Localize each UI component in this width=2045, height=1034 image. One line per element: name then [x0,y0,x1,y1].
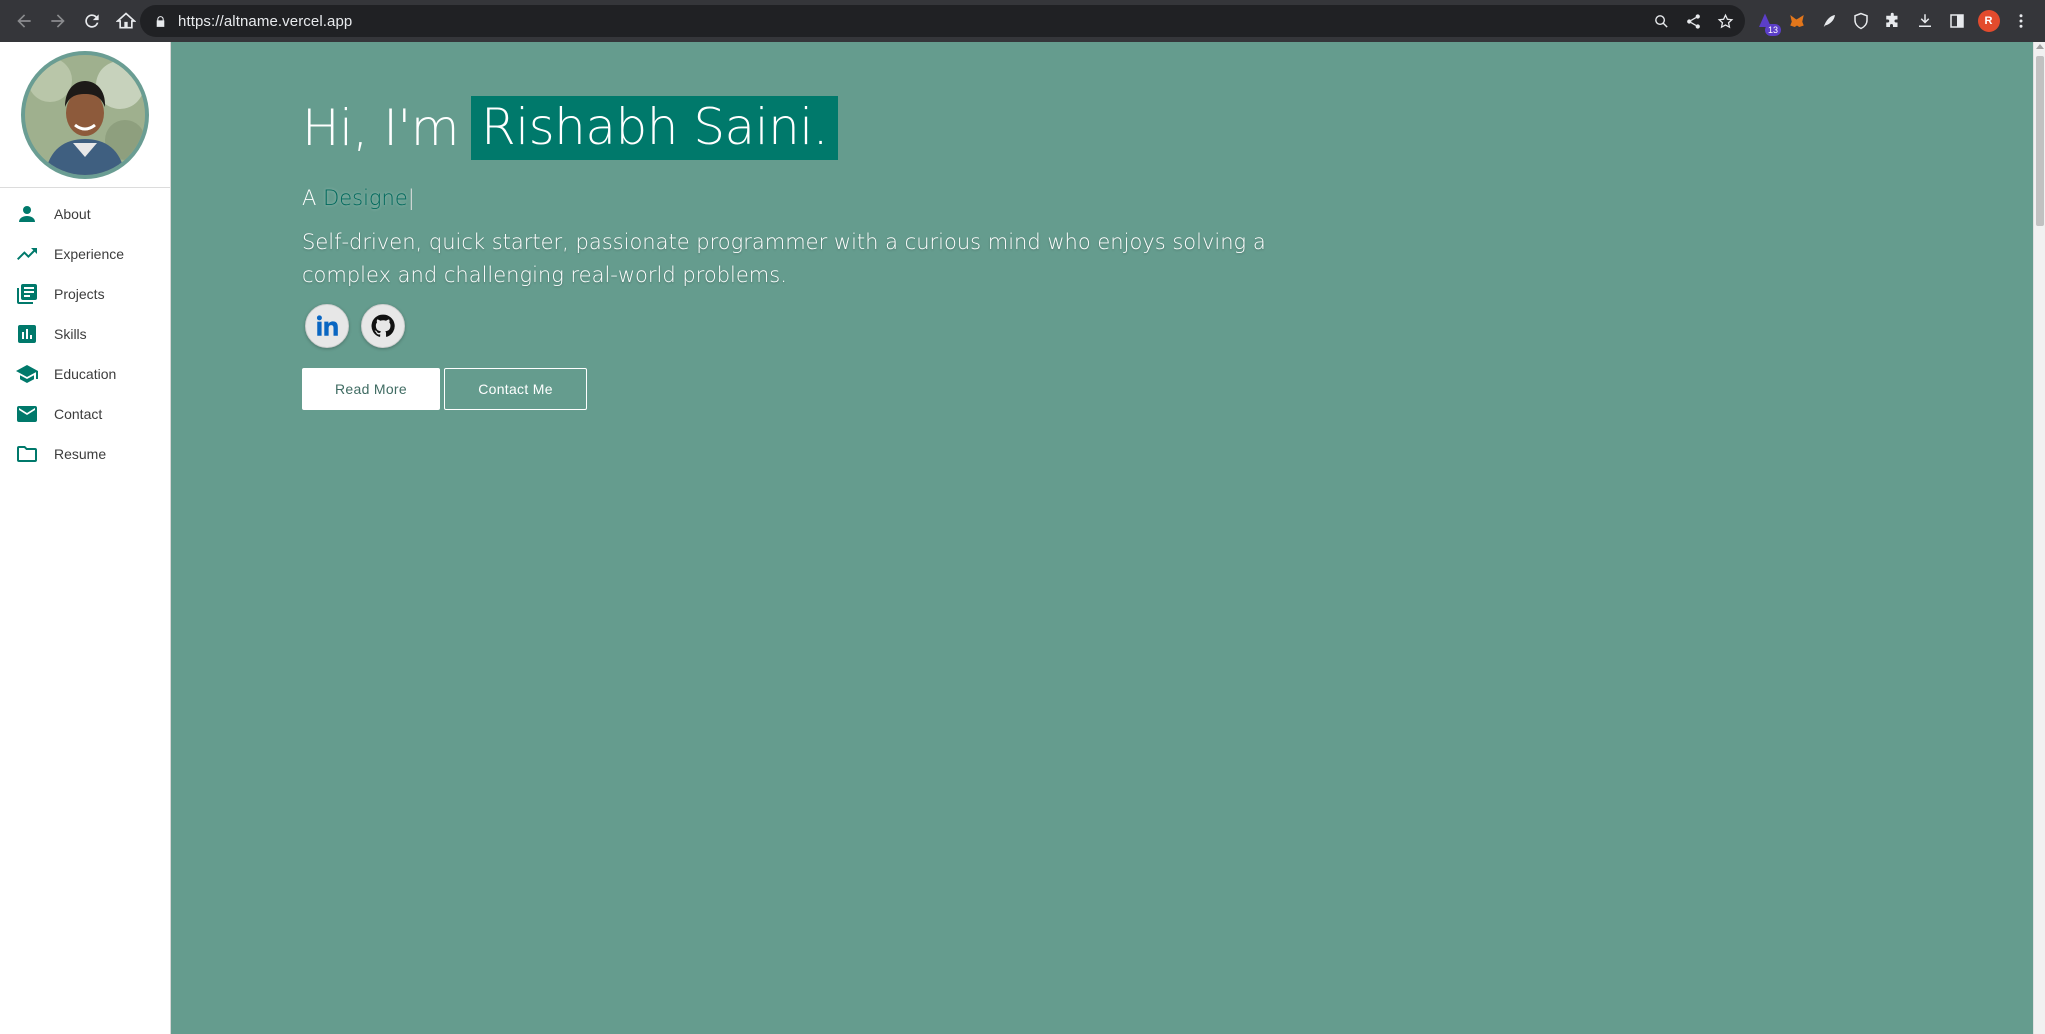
forward-button[interactable] [42,5,74,37]
trending-up-icon [0,242,54,266]
github-link[interactable] [361,304,405,348]
bookmark-star-icon[interactable] [1713,9,1737,33]
sidebar-item-contact[interactable]: Contact [0,394,170,434]
contact-me-button[interactable]: Contact Me [444,368,587,410]
typing-cursor: | [407,186,415,210]
linkedin-icon [316,315,338,336]
sidebar-item-label: About [54,206,91,222]
school-icon [0,362,54,386]
role-prefix: A [302,186,317,210]
side-panel-icon[interactable] [1944,9,1969,34]
sidebar-item-resume[interactable]: Resume [0,434,170,474]
typed-role-word: Designe [323,186,408,210]
avatar [21,50,149,179]
extension-shield-icon[interactable] [1848,9,1873,34]
download-icon[interactable] [1912,9,1937,34]
hero-actions: Read More Contact Me [302,368,1292,410]
back-button[interactable] [8,5,40,37]
metamask-fox-icon[interactable] [1784,9,1809,34]
profile-avatar[interactable]: R [1976,9,2001,34]
folder-icon [0,442,54,466]
mail-icon [0,402,54,426]
sidebar-item-label: Contact [54,406,103,422]
sidebar-item-skills[interactable]: Skills [0,314,170,354]
sidebar-item-label: Skills [54,326,87,342]
extension-feather-icon[interactable] [1816,9,1841,34]
home-button[interactable] [110,5,142,37]
sidebar-menu: About Experience Projects Skills Educati… [0,194,170,474]
extension-badge: 13 [1764,23,1781,36]
sidebar-item-label: Resume [54,446,107,462]
sidebar-item-projects[interactable]: Projects [0,274,170,314]
home-icon [116,12,136,29]
share-icon[interactable] [1681,9,1705,33]
address-bar[interactable]: https://altname.vercel.app [140,5,1745,37]
sidebar-item-label: Experience [54,246,125,262]
lock-icon [152,13,168,29]
forward-arrow-icon [51,14,65,28]
role-line: A Designe| [302,186,1292,210]
linkedin-link[interactable] [305,304,349,348]
sidebar: About Experience Projects Skills Educati… [0,42,171,1034]
chrome-menu-icon[interactable] [2008,9,2033,34]
read-more-button[interactable]: Read More [302,368,440,410]
sidebar-item-experience[interactable]: Experience [0,234,170,274]
page-scrollbar[interactable] [2033,42,2045,1034]
sidebar-item-label: Projects [54,286,105,302]
sidebar-item-education[interactable]: Education [0,354,170,394]
hero-section: Hi, I'm Rishabh Saini. A Designe| Self-d… [302,96,1292,410]
scrollbar-thumb[interactable] [2036,56,2044,226]
greeting-text: Hi, I'm [302,99,459,157]
sidebar-item-label: Education [54,366,117,382]
zoom-icon[interactable] [1649,9,1673,33]
name-highlight: Rishabh Saini. [470,96,839,160]
main-content: Hi, I'm Rishabh Saini. A Designe| Self-d… [171,42,2033,1034]
avatar-section [0,42,170,188]
back-arrow-icon [17,14,31,28]
reload-button[interactable] [76,5,108,37]
extensions-puzzle-icon[interactable] [1880,9,1905,34]
library-books-icon [0,282,54,306]
tagline: Self-driven, quick starter, passionate p… [302,230,1266,287]
extension-wizard-icon[interactable]: 13 [1752,9,1781,36]
url-text[interactable]: https://altname.vercel.app [178,13,352,30]
social-links [305,304,1292,348]
browser-toolbar: https://altname.vercel.app 13 R [0,0,2045,42]
reload-icon [85,14,99,28]
sidebar-item-about[interactable]: About [0,194,170,234]
page-title: Hi, I'm Rishabh Saini. [302,96,1292,160]
bar-chart-icon [0,322,54,346]
github-icon [371,314,395,337]
person-icon [0,202,54,226]
scroll-up-arrow-icon[interactable] [2036,44,2044,49]
profile-photo [25,54,145,175]
